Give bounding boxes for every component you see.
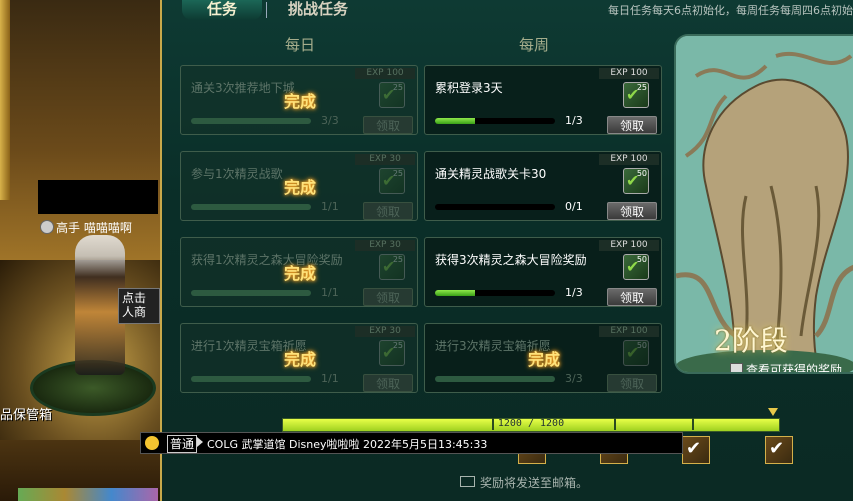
completed-label: 完成 <box>527 350 560 369</box>
weekly-quest-card: 通关精灵战歌关卡30 EXP 100 ✔ 50 0/1 领取 <box>424 151 662 221</box>
quest-panel: 任务 挑战任务 每日任务每天6点初始化，每周任务每周四6点初始化 每日 每周 通… <box>160 0 853 501</box>
quest-progress-count: 1/1 <box>321 286 339 299</box>
claim-button[interactable]: 领取 <box>607 202 657 220</box>
view-rewards-label: 查看可获得的奖励 <box>746 363 843 374</box>
claim-button[interactable]: 领取 <box>607 288 657 306</box>
ticket-icon: ✔ 50 <box>623 168 649 194</box>
quest-progress-fill <box>191 376 311 382</box>
quest-progress-bar <box>435 290 555 296</box>
quest-progress-count: 1/1 <box>321 372 339 385</box>
chevron-right-icon <box>197 437 203 447</box>
quest-progress-bar <box>435 376 555 382</box>
chat-message-text[interactable]: COLG 武掌道馆 Disney啦啦啦 2022年5月5日13:45:33 <box>207 436 487 452</box>
envelope-icon <box>460 476 475 487</box>
checkmark-icon: ✔ <box>686 438 702 459</box>
daily-header: 每日 <box>285 36 316 54</box>
ticket-icon: ✔ 25 <box>623 82 649 108</box>
quest-progress-bar <box>435 204 555 210</box>
quest-progress-fill <box>435 290 475 296</box>
daily-quest-card: 参与1次精灵战歌 EXP 30 ✔ 25 1/1 领取 完成 <box>180 151 418 221</box>
quest-progress-count: 3/3 <box>565 372 583 385</box>
quest-exp-label: EXP 100 <box>599 240 659 251</box>
daily-quest-card: 通关3次推荐地下城 EXP 100 ✔ 25 3/3 领取 完成 <box>180 65 418 135</box>
tab-bar: 任务 挑战任务 每日任务每天6点初始化，每周任务每周四6点初始化 <box>162 0 853 22</box>
quest-progress-count: 1/1 <box>321 200 339 213</box>
tab-quests[interactable]: 任务 <box>182 0 262 20</box>
quest-progress-bar <box>191 290 311 296</box>
quest-progress-fill <box>191 204 311 210</box>
storage-label[interactable]: 品保管箱 <box>0 404 52 423</box>
quest-progress-fill <box>435 118 475 124</box>
quest-name: 通关精灵战歌关卡30 <box>435 167 547 181</box>
weekly-header: 每周 <box>519 36 550 54</box>
checkmark-icon: ✔ <box>769 438 785 459</box>
quest-exp-label: EXP 100 <box>599 154 659 165</box>
quest-progress-fill <box>191 290 311 296</box>
ticket-icon: ✔ 50 <box>623 254 649 280</box>
quest-progress-count: 1/3 <box>565 286 583 299</box>
stage-title: 2阶段 <box>714 324 788 357</box>
weekly-quest-card: 累积登录3天 EXP 100 ✔ 25 1/3 领取 <box>424 65 662 135</box>
quest-progress-count: 1/3 <box>565 114 583 127</box>
progress-tick <box>614 418 616 430</box>
claim-button[interactable]: 领取 <box>363 288 413 306</box>
npc-speech-bubble[interactable]: 点击 人商 <box>118 288 160 324</box>
mail-note: 奖励将发送至邮箱。 <box>460 474 588 491</box>
chat-channel-select[interactable]: 普通 <box>167 435 198 453</box>
completed-label: 完成 <box>283 178 316 197</box>
completed-label: 完成 <box>283 350 316 369</box>
quest-progress-bar <box>191 118 311 124</box>
claim-button[interactable]: 领取 <box>607 374 657 392</box>
golden-railing <box>0 0 10 200</box>
stage-card: 2阶段 查看可获得的奖励 <box>674 34 853 374</box>
weekly-quest-card: 进行3次精灵宝箱祈愿 EXP 100 ✔ 50 3/3 领取 完成 <box>424 323 662 393</box>
quest-progress-fill <box>435 376 555 382</box>
claim-button[interactable]: 领取 <box>363 116 413 134</box>
smile-icon[interactable] <box>145 436 159 450</box>
quest-progress-bar <box>191 376 311 382</box>
tab-challenge[interactable]: 挑战任务 <box>288 0 348 19</box>
completed-label: 完成 <box>283 92 316 111</box>
claim-button[interactable]: 领取 <box>363 202 413 220</box>
daily-quest-card: 获得1次精灵之森大冒险奖励 EXP 30 ✔ 25 1/1 领取 完成 <box>180 237 418 307</box>
mail-note-text: 奖励将发送至邮箱。 <box>480 476 589 490</box>
daily-quest-card: 进行1次精灵宝箱祈愿 EXP 30 ✔ 25 1/1 领取 完成 <box>180 323 418 393</box>
ticket-count: 50 <box>636 255 647 264</box>
quest-progress-count: 0/1 <box>565 200 583 213</box>
total-progress-text: 1200 / 1200 <box>497 418 565 429</box>
quest-progress-count: 3/3 <box>321 114 339 127</box>
quest-progress-bar <box>191 204 311 210</box>
tab-divider <box>266 2 267 18</box>
player-name: 高手 喵喵喵啊 <box>56 221 132 235</box>
quest-exp-label: EXP 30 <box>355 240 415 251</box>
progress-tick <box>692 418 694 430</box>
quest-exp-label: EXP 100 <box>355 68 415 79</box>
quest-exp-label: EXP 100 <box>599 326 659 337</box>
gift-box-icon <box>730 363 743 372</box>
reset-notice: 每日任务每天6点初始化，每周任务每周四6点初始化 <box>608 4 853 17</box>
stage-reward-3[interactable]: ✔ <box>682 436 710 464</box>
quest-progress-bar <box>435 118 555 124</box>
quest-exp-label: EXP 100 <box>599 68 659 79</box>
quest-name: 获得3次精灵之森大冒险奖励 <box>435 253 587 267</box>
claim-button[interactable]: 领取 <box>607 116 657 134</box>
reward-marker <box>768 408 778 416</box>
claim-button[interactable]: 领取 <box>363 374 413 392</box>
redacted-box <box>38 180 158 214</box>
quest-exp-label: EXP 30 <box>355 154 415 165</box>
weekly-quest-card: 获得3次精灵之森大冒险奖励 EXP 100 ✔ 50 1/3 领取 <box>424 237 662 307</box>
ticket-count: 25 <box>636 83 647 92</box>
quest-name: 累积登录3天 <box>435 81 503 95</box>
skill-bar[interactable] <box>18 488 158 501</box>
game-world-background: 高手 喵喵喵啊 点击 人商 品保管箱 <box>0 0 160 501</box>
total-progress-bar: 1200 / 1200 <box>282 418 780 432</box>
quest-exp-label: EXP 30 <box>355 326 415 337</box>
progress-tick <box>492 418 494 430</box>
quest-progress-fill <box>191 118 311 124</box>
ticket-count: 50 <box>636 169 647 178</box>
chat-input-bar[interactable]: 普通 COLG 武掌道馆 Disney啦啦啦 2022年5月5日13:45:33 <box>140 432 683 454</box>
completed-label: 完成 <box>283 264 316 283</box>
stage-reward-4[interactable]: ✔ <box>765 436 793 464</box>
view-rewards-link[interactable]: 查看可获得的奖励 <box>730 361 843 374</box>
